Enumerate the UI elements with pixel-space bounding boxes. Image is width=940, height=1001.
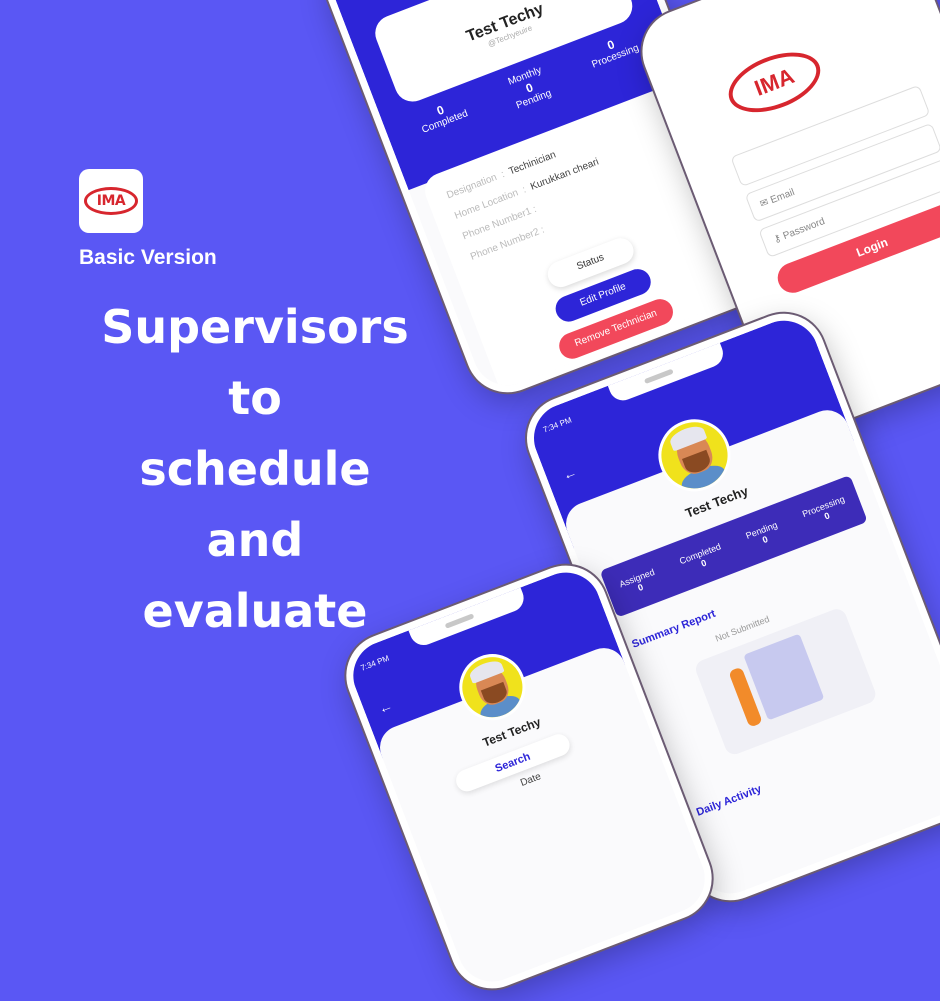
headline-line: to [228, 371, 282, 425]
app-logo: IMA [79, 169, 143, 233]
headline: Supervisors to schedule and evaluate [95, 292, 415, 647]
headline-line: evaluate [142, 584, 368, 638]
headline-line: and [206, 513, 304, 567]
headline-line: Supervisors [101, 300, 409, 354]
ima-logo-icon: IMA [84, 187, 138, 215]
stat-assigned: Assigned 0 [617, 566, 657, 594]
mail-icon: ✉ [758, 196, 771, 211]
stat-processing: Processing 0 [800, 493, 846, 522]
stat-completed: Completed 0 [678, 541, 723, 569]
ima-logo-icon: IMA [720, 40, 829, 124]
stat-pending: Pending 0 [744, 519, 779, 546]
key-icon: ⚷ [772, 232, 783, 246]
headline-line: schedule [139, 442, 371, 496]
version-label: Basic Version [79, 246, 217, 269]
